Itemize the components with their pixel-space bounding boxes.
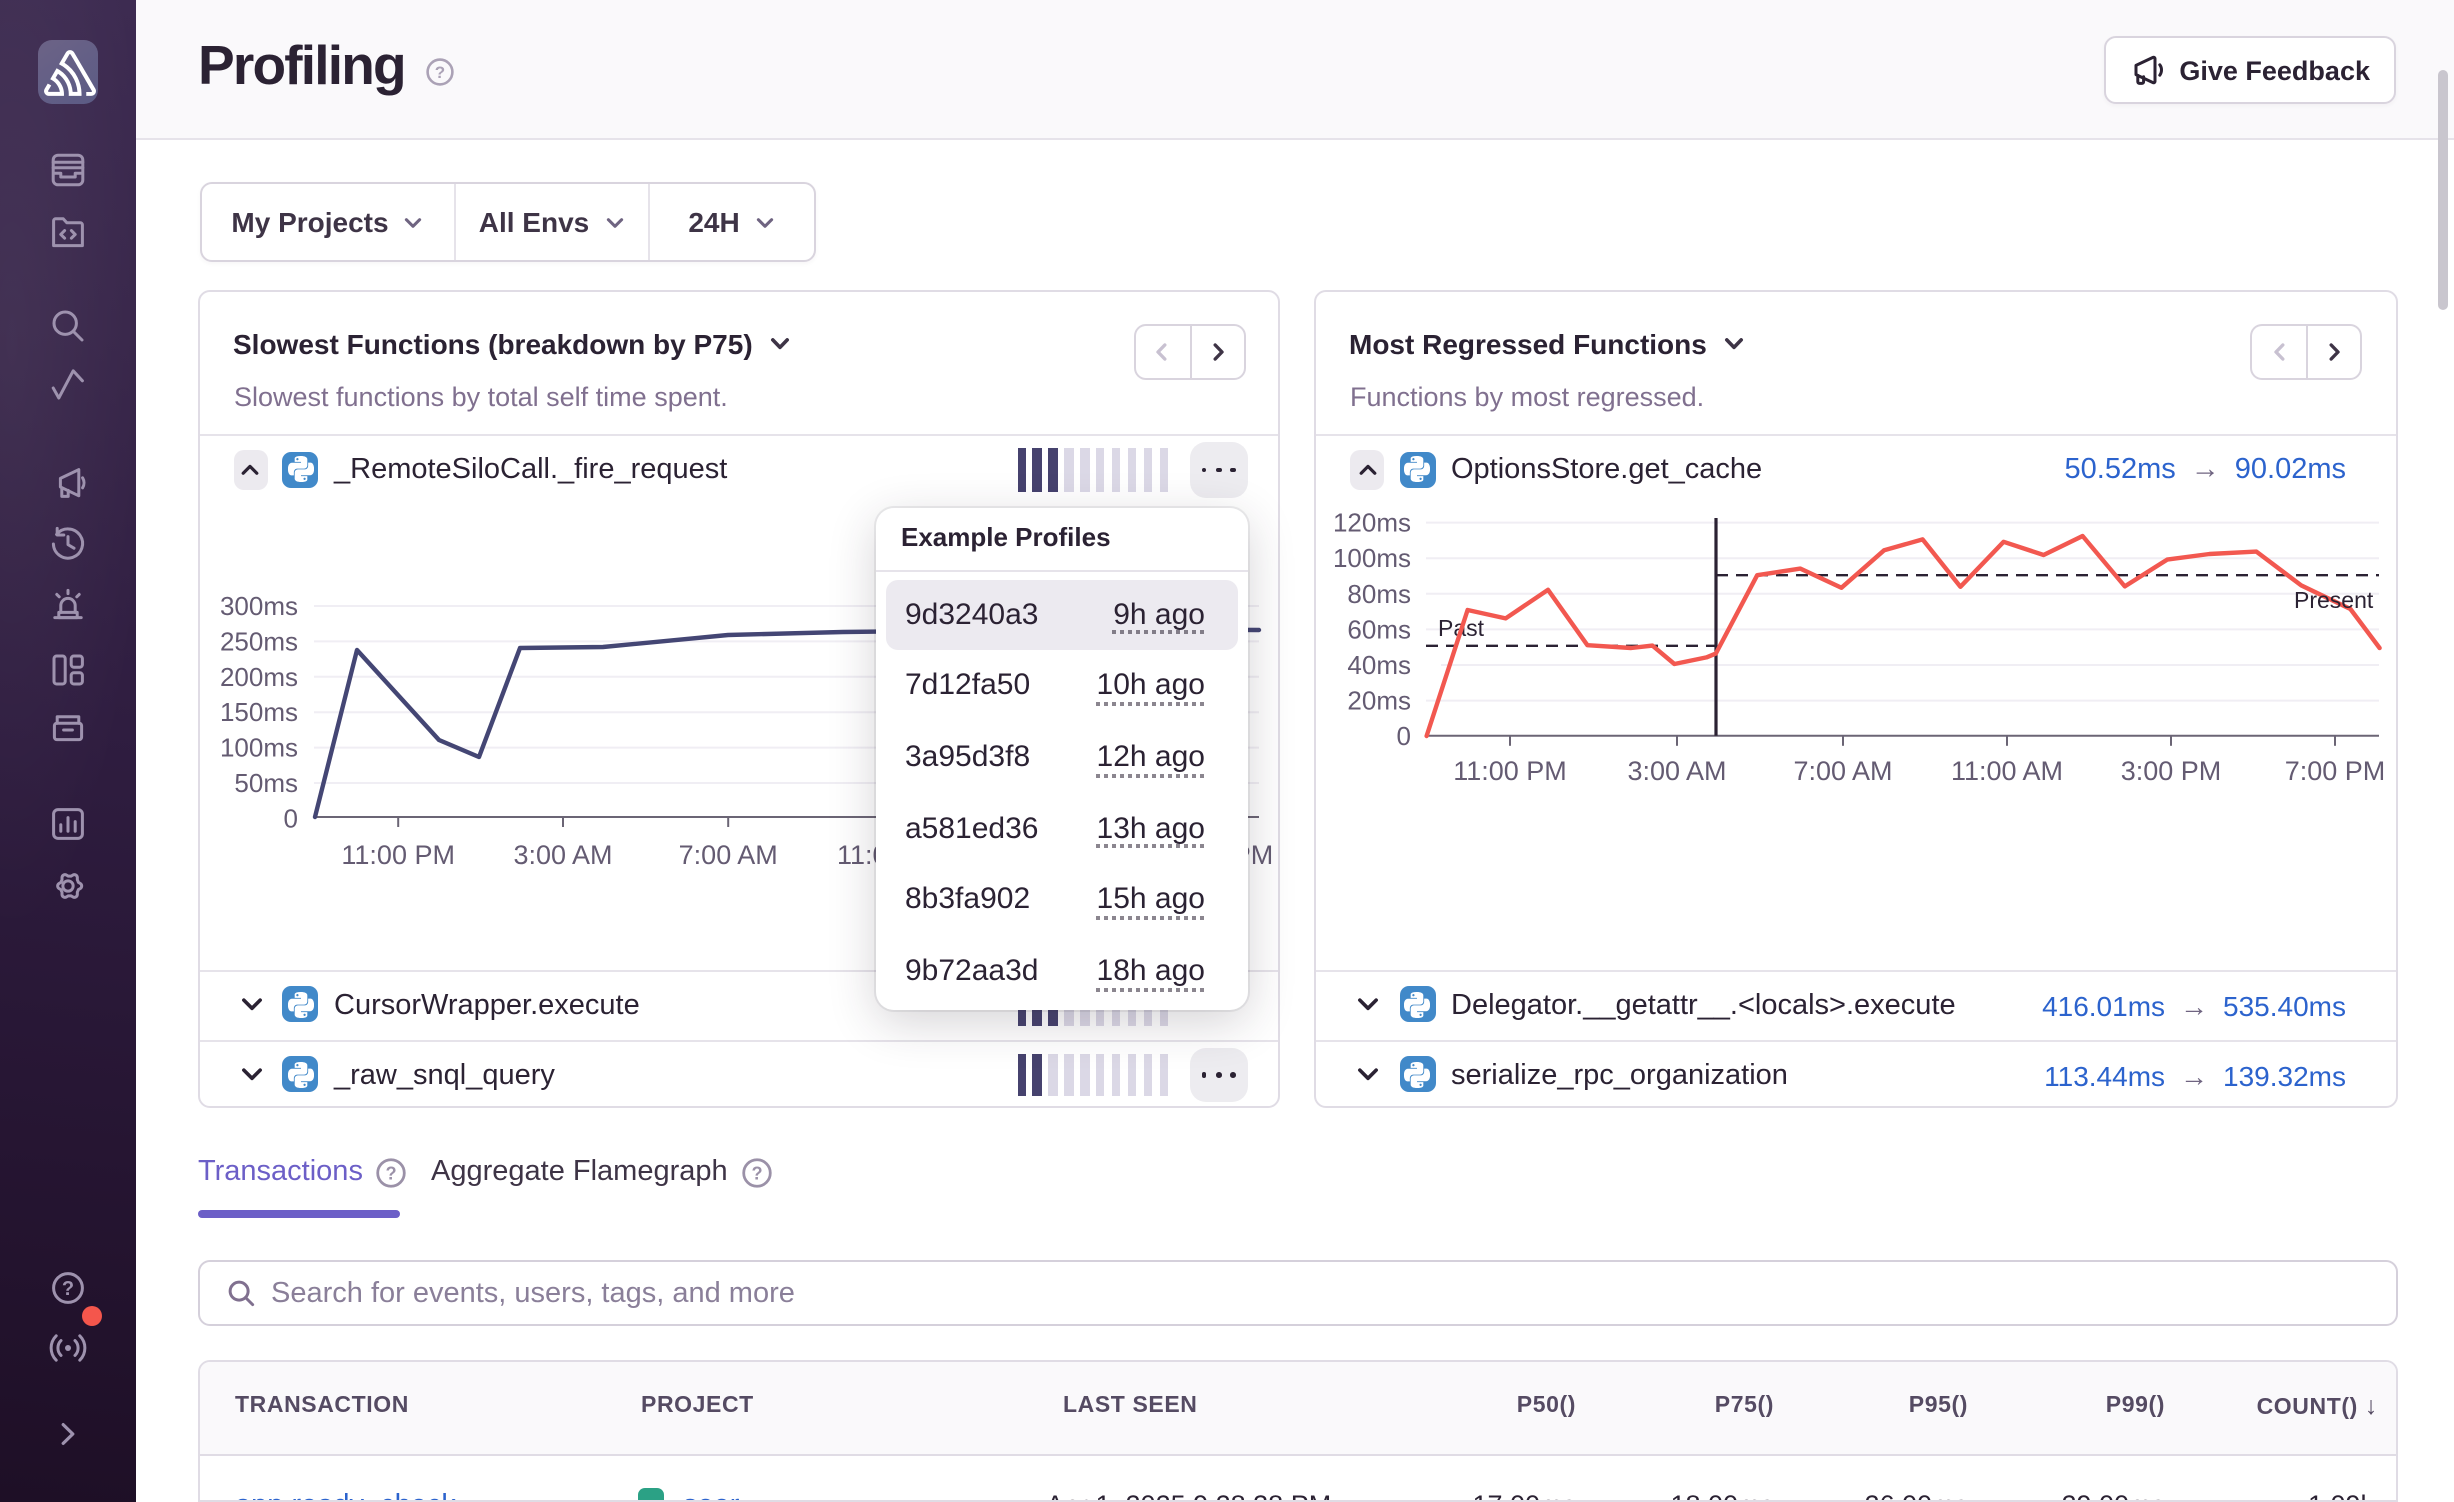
svg-text:100ms: 100ms [219,733,297,763]
svg-text:60ms: 60ms [1347,614,1411,644]
svg-text:100ms: 100ms [1333,543,1411,573]
svg-text:?: ? [62,1278,74,1300]
svg-text:Present: Present [2294,587,2374,613]
svg-text:40ms: 40ms [1347,650,1411,680]
svg-text:3:00 PM: 3:00 PM [2121,756,2222,786]
svg-text:?: ? [386,1162,397,1182]
svg-text:3:00 AM: 3:00 AM [512,840,611,870]
svg-text:200ms: 200ms [219,662,297,692]
svg-text:20ms: 20ms [1347,686,1411,716]
svg-text:120ms: 120ms [1333,508,1411,538]
svg-text:80ms: 80ms [1347,579,1411,609]
svg-text:0: 0 [283,803,297,833]
svg-text:300ms: 300ms [219,591,297,621]
svg-text:7:00 AM: 7:00 AM [678,840,777,870]
svg-text:0: 0 [1397,721,1411,751]
svg-text:?: ? [751,1162,762,1182]
svg-text:7:00 PM: 7:00 PM [2285,756,2386,786]
svg-text:150ms: 150ms [219,697,297,727]
svg-text:11:00 AM: 11:00 AM [1951,756,2063,786]
svg-text:?: ? [435,63,445,82]
svg-text:250ms: 250ms [219,626,297,656]
svg-text:3:00 AM: 3:00 AM [1627,756,1726,786]
svg-text:11:00 PM: 11:00 PM [1453,756,1567,786]
svg-text:7:00 AM: 7:00 AM [1793,756,1892,786]
svg-text:50ms: 50ms [233,768,297,798]
svg-text:11:00 PM: 11:00 PM [340,840,454,870]
